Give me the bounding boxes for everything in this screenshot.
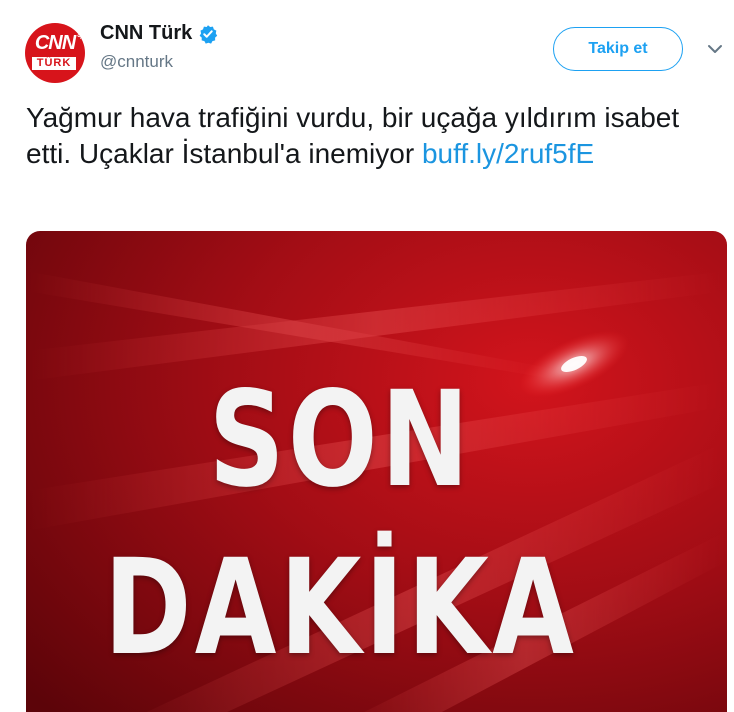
handle[interactable]: @cnnturk	[100, 52, 173, 72]
chevron-down-icon[interactable]	[706, 42, 724, 56]
avatar-logo-turk: TÜRK	[32, 57, 76, 70]
follow-button[interactable]: Takip et	[553, 27, 683, 71]
tweet-text: Yağmur hava trafiğini vurdu, bir uçağa y…	[26, 100, 706, 172]
name-row: CNN Türk	[100, 22, 218, 45]
tweet-card: CNN .com TÜRK CNN Türk @cnnturk Takip et…	[0, 0, 734, 712]
avatar-logo-com: .com	[77, 24, 83, 39]
avatar-logo-cnn: CNN	[34, 32, 76, 54]
display-name[interactable]: CNN Türk	[100, 22, 192, 45]
tweet-link[interactable]: buff.ly/2ruf5fE	[422, 138, 594, 169]
media-text-line-2: DAKİKA	[103, 531, 578, 685]
verified-badge-icon	[199, 24, 218, 44]
avatar[interactable]: CNN .com TÜRK	[25, 23, 85, 83]
media-text-line-1: SON	[208, 363, 473, 517]
